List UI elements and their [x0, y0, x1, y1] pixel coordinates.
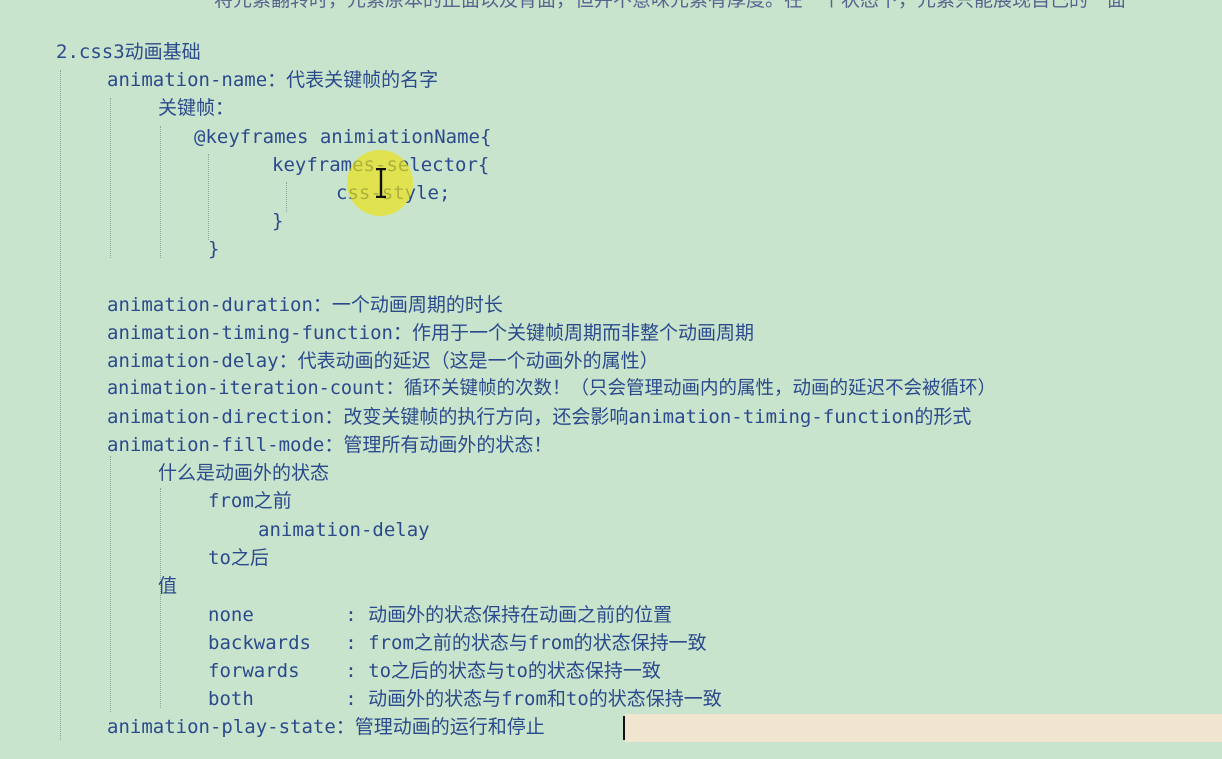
indent-guide — [208, 154, 209, 240]
line-animation-iteration-count: animation-iteration-count：循环关键帧的次数！（只会管理… — [107, 378, 996, 399]
text-caret — [623, 716, 625, 740]
line-value-both: both : 动画外的状态与from和to的状态保持一致 — [208, 688, 722, 710]
line-keyframes-close: } — [208, 238, 220, 260]
line-animation-timing-function: animation-timing-function：作用于一个关键帧周期而非整个… — [107, 322, 754, 344]
line-to-after: to之后 — [208, 547, 269, 569]
line-animation-delay: animation-delay：代表动画的延迟（这是一个动画外的属性） — [107, 350, 659, 372]
line-animation-name: animation-name：代表关键帧的名字 — [107, 69, 439, 91]
cut-off-text-line: 将元素翻转时，元素原本的正面以及背面，但并不意味元素有厚度。在一个状态下，元素只… — [214, 0, 1127, 11]
section-title: 2.css3动画基础 — [56, 41, 201, 63]
text-cursor-icon — [376, 168, 386, 198]
line-animation-delay-note: animation-delay — [258, 519, 430, 541]
indent-guide — [286, 182, 287, 212]
line-selector-close: } — [272, 210, 284, 232]
line-values-label: 值 — [158, 575, 178, 597]
line-keyframes-open: @keyframes animiationName{ — [194, 126, 492, 148]
indent-guide — [110, 98, 111, 258]
line-from-before: from之前 — [208, 490, 292, 512]
line-animation-duration: animation-duration：一个动画周期的时长 — [107, 294, 503, 316]
line-animation-direction: animation-direction：改变关键帧的执行方向，还会影响anima… — [107, 406, 972, 428]
line-value-backwards: backwards : from之前的状态与from的状态保持一致 — [208, 632, 707, 654]
indent-guide — [60, 70, 61, 740]
line-value-none: none : 动画外的状态保持在动画之前的位置 — [208, 604, 673, 626]
current-line-highlight — [625, 714, 1222, 742]
line-keyframes-label: 关键帧： — [158, 97, 235, 119]
line-value-forwards: forwards : to之后的状态与to的状态保持一致 — [208, 660, 661, 682]
line-what-is-outside-state: 什么是动画外的状态 — [158, 462, 330, 484]
indent-guide — [160, 126, 161, 258]
indent-guide — [110, 456, 111, 712]
line-animation-play-state: animation-play-state：管理动画的运行和停止 — [107, 716, 545, 738]
line-animation-fill-mode: animation-fill-mode：管理所有动画外的状态！ — [107, 434, 553, 456]
text-editor[interactable]: 将元素翻转时，元素原本的正面以及背面，但并不意味元素有厚度。在一个状态下，元素只… — [0, 0, 1222, 759]
